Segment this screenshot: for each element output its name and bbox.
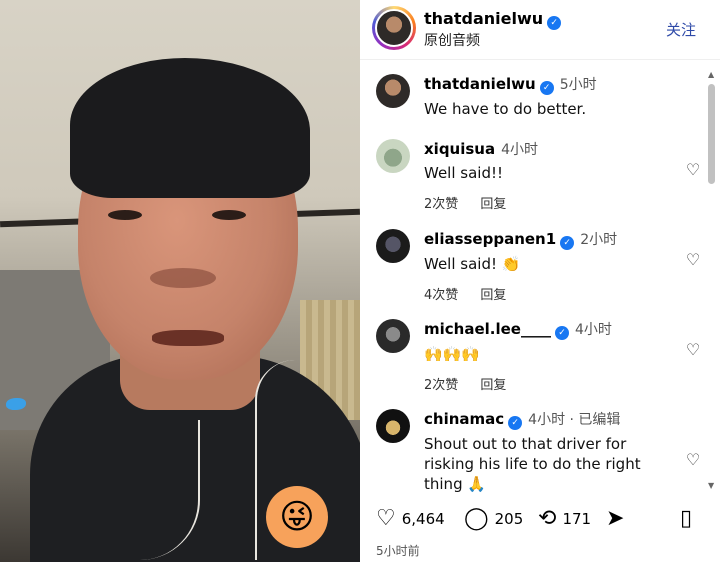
- heart-icon: ♡: [376, 506, 396, 531]
- person-hair: [70, 58, 310, 198]
- blue-sticker: [6, 398, 26, 410]
- scroll-thumb[interactable]: [708, 84, 715, 184]
- like-button[interactable]: ♡ 6,464: [376, 506, 445, 531]
- repost-button[interactable]: ⟲ 171: [538, 506, 591, 531]
- avatar[interactable]: [376, 139, 410, 173]
- caption-username[interactable]: thatdanielwu ✓ 5小时: [424, 74, 674, 95]
- comment-username[interactable]: chinamac ✓ 4小时 · 已编辑: [424, 409, 674, 430]
- comment-count: 205: [494, 509, 524, 528]
- earbud-cord-left: [100, 420, 200, 560]
- verified-icon: ✓: [547, 16, 562, 30]
- like-count: 6,464: [401, 509, 445, 528]
- avatar[interactable]: [376, 229, 410, 263]
- repost-count: 171: [562, 509, 592, 528]
- heart-icon[interactable]: ♡: [684, 341, 702, 359]
- comment-meta: 2次赞 回复: [424, 374, 674, 393]
- verified-icon: ✓: [508, 416, 523, 430]
- comment-item: michael.lee____ ✓ 4小时 🙌🙌🙌 2次赞 回复 ♡: [376, 319, 702, 393]
- comment-text: Shout out to that driver for risking his…: [424, 435, 641, 493]
- comment-username[interactable]: michael.lee____ ✓ 4小时: [424, 319, 674, 340]
- like-count[interactable]: 2次赞: [424, 378, 458, 393]
- comment-text: Well said! 👏: [424, 255, 521, 273]
- comment-meta: 4次赞 回复: [424, 284, 674, 303]
- comment-username[interactable]: eliasseppanen1 ✓ 2小时: [424, 229, 674, 250]
- comment-item: eliasseppanen1 ✓ 2小时 Well said! 👏 4次赞 回复 ♡: [376, 229, 702, 303]
- person-mouth: [152, 330, 224, 346]
- follow-button[interactable]: 关注: [666, 19, 696, 40]
- caption-text: We have to do better.: [424, 100, 587, 118]
- tongue-emoji-icon: 😜: [266, 486, 328, 548]
- save-button[interactable]: ▯: [680, 506, 698, 531]
- comment-icon: ◯: [464, 506, 489, 531]
- scroll-up-icon[interactable]: ▲: [708, 70, 714, 79]
- person-nose: [150, 268, 216, 288]
- heart-icon[interactable]: ♡: [684, 451, 702, 469]
- verified-icon: ✓: [539, 81, 554, 95]
- audio-label[interactable]: 原创音频: [424, 30, 480, 50]
- comment-text: 🙌🙌🙌: [424, 345, 481, 363]
- post-caption: thatdanielwu ✓ 5小时 We have to do better.: [376, 74, 702, 124]
- heart-icon[interactable]: ♡: [684, 161, 702, 179]
- person-eye-right: [212, 210, 246, 220]
- comment-username[interactable]: xiquisua 4小时: [424, 139, 674, 159]
- header-username[interactable]: thatdanielwu ✓: [424, 9, 562, 30]
- comment-button[interactable]: ◯ 205: [464, 506, 523, 531]
- comment-panel: thatdanielwu ✓ 原创音频 关注 thatdanielwu ✓ 5小时 W…: [360, 0, 720, 562]
- heart-icon[interactable]: ♡: [684, 251, 702, 269]
- story-avatar[interactable]: [372, 6, 416, 50]
- post-timestamp: 5小时前: [376, 544, 420, 558]
- bookmark-icon: ▯: [680, 506, 693, 531]
- like-count[interactable]: 2次赞: [424, 197, 458, 212]
- avatar[interactable]: [376, 74, 410, 108]
- comment-text: Well said!!: [424, 164, 504, 182]
- avatar[interactable]: [376, 319, 410, 353]
- reply-button[interactable]: 回复: [480, 378, 506, 393]
- avatar[interactable]: [376, 409, 410, 443]
- like-count[interactable]: 4次赞: [424, 288, 458, 303]
- video-player[interactable]: 😜: [0, 0, 360, 562]
- comment-item: chinamac ✓ 4小时 · 已编辑 Shout out to that dri…: [376, 409, 702, 493]
- action-bar: ♡ 6,464 ◯ 205 ⟲ 171 ➤ ▯: [376, 506, 716, 536]
- share-button[interactable]: ➤: [606, 506, 630, 531]
- scroll-down-icon[interactable]: ▼: [708, 481, 714, 490]
- verified-icon: ✓: [554, 326, 569, 340]
- repost-icon: ⟲: [538, 506, 557, 531]
- comment-item: xiquisua 4小时 Well said!! 2次赞 回复 ♡: [376, 139, 702, 212]
- scrollbar[interactable]: ▲ ▼: [708, 70, 716, 490]
- post-header: thatdanielwu ✓ 原创音频 关注: [360, 0, 720, 60]
- person-eye-left: [108, 210, 142, 220]
- reply-button[interactable]: 回复: [480, 197, 506, 212]
- verified-icon: ✓: [560, 236, 575, 250]
- comment-meta: 2次赞 回复: [424, 193, 674, 212]
- share-icon: ➤: [606, 506, 625, 531]
- reply-button[interactable]: 回复: [480, 288, 506, 303]
